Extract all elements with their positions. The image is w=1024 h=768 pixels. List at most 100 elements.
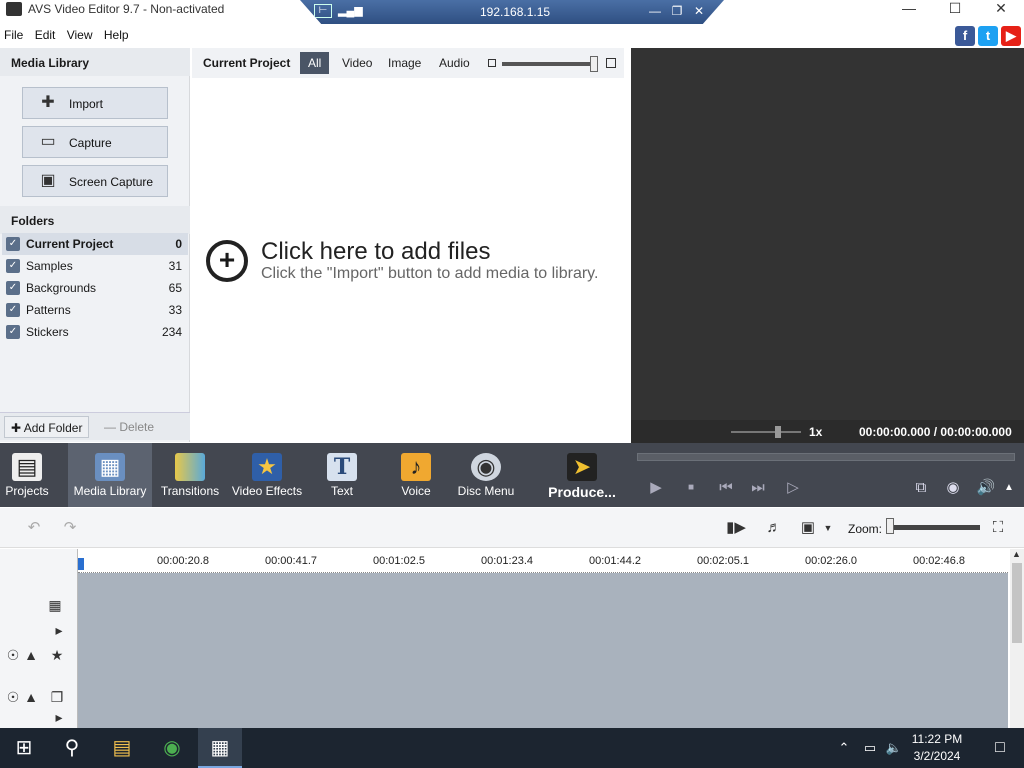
speed-slider[interactable] <box>731 431 801 433</box>
volume-icon[interactable]: 🔊 <box>975 476 997 500</box>
filter-video[interactable]: Video <box>334 52 380 74</box>
lock-icon[interactable]: ▲ <box>22 689 40 705</box>
folder-patterns[interactable]: ✓ Patterns 33 <box>2 299 188 321</box>
mute-icon[interactable]: ▸ <box>50 622 68 639</box>
capture-button[interactable]: ▭ Capture <box>22 126 168 158</box>
menu-edit[interactable]: Edit <box>31 26 60 44</box>
checkbox-icon: ✓ <box>6 303 20 317</box>
detach-preview-icon[interactable]: ⧉ <box>910 476 932 500</box>
pin-icon[interactable]: ⊢ <box>314 4 332 18</box>
zoom-slider[interactable] <box>888 525 980 530</box>
fit-timeline-icon[interactable]: ⛶ <box>986 518 1010 538</box>
play-icon[interactable]: ▶ <box>645 476 667 500</box>
file-explorer-icon[interactable]: ▤ <box>100 728 144 768</box>
project-toolbar: Current Project All Video Image Audio <box>192 48 624 78</box>
folder-stickers[interactable]: ✓ Stickers 234 <box>2 321 188 343</box>
add-folder-button[interactable]: ✚ Add Folder <box>4 416 90 438</box>
import-button[interactable]: ✚ Import <box>22 87 168 119</box>
lock-icon[interactable]: ▲ <box>22 647 40 663</box>
tool-disc-menu[interactable]: ◉ Disc Menu <box>452 443 520 507</box>
volume-dropdown-icon[interactable]: ▲ <box>998 476 1020 500</box>
overlay-track-icon: ❐ <box>50 689 64 705</box>
folder-current-project[interactable]: ✓ Current Project 0 <box>2 233 188 255</box>
screen-icon: ▣ <box>40 172 56 189</box>
avs-video-editor-taskbar-icon[interactable]: ▦ <box>198 728 242 768</box>
add-files-icon[interactable]: + <box>206 240 248 282</box>
minimize-button[interactable]: — <box>886 0 932 20</box>
timeline-scrollbar[interactable]: ▲ <box>1010 549 1024 728</box>
tool-text[interactable]: T Text <box>312 443 372 507</box>
tool-projects[interactable]: ▤ Projects <box>0 443 54 507</box>
clock-time[interactable]: 11:22 PM <box>907 732 967 746</box>
windows-start-icon[interactable]: ⊞ <box>2 728 46 768</box>
remote-minimize-icon[interactable]: — <box>646 4 664 18</box>
youtube-icon[interactable]: ▶ <box>1001 26 1021 46</box>
screen-capture-button[interactable]: ▣ Screen Capture <box>22 165 168 197</box>
storyboard-toggle-icon[interactable]: ▮▶ <box>724 518 748 538</box>
next-frame-icon[interactable]: ⏭ <box>747 476 769 500</box>
taskbar: ⊞ ⚲ ▤ ◉ ▦ ⌃ ▭ 🔈 11:22 PM 3/2/2024 □ <box>0 728 1024 768</box>
tray-expand-icon[interactable]: ⌃ <box>834 728 854 768</box>
folder-samples[interactable]: ✓ Samples 31 <box>2 255 188 277</box>
speed-handle[interactable] <box>775 426 781 438</box>
stop-icon[interactable]: ■ <box>680 476 702 500</box>
clock-date[interactable]: 3/2/2024 <box>907 749 967 763</box>
undo-icon[interactable]: ↶ <box>22 518 46 538</box>
ruler-tick: 00:00:41.7 <box>265 555 317 567</box>
media-library-header: Media Library <box>0 48 190 76</box>
visibility-eye-icon[interactable]: ☉ <box>4 647 22 664</box>
menu-file[interactable]: File <box>0 26 27 44</box>
menu-view[interactable]: View <box>63 26 97 44</box>
chrome-icon[interactable]: ◉ <box>150 728 194 768</box>
twitter-icon[interactable]: t <box>978 26 998 46</box>
tool-produce[interactable]: ➤ Produce... <box>546 443 618 507</box>
maximize-button[interactable]: ☐ <box>932 0 978 20</box>
network-icon[interactable]: ▭ <box>858 728 882 768</box>
project-media-area[interactable]: + Click here to add files Click the "Imp… <box>192 78 624 442</box>
tool-media-library[interactable]: ▦ Media Library <box>68 443 152 507</box>
ruler-tick: 00:00:20.8 <box>157 555 209 567</box>
folders-header: Folders <box>0 206 190 234</box>
timeline-ruler[interactable]: 00:00:20.8 00:00:41.7 00:01:02.5 00:01:2… <box>78 549 1008 573</box>
add-files-title[interactable]: Click here to add files <box>261 238 490 266</box>
filter-audio[interactable]: Audio <box>431 52 478 74</box>
tool-voice[interactable]: ♪ Voice <box>386 443 446 507</box>
zoom-handle[interactable] <box>886 518 894 534</box>
snapshot-icon[interactable]: ◉ <box>942 476 964 500</box>
checkbox-icon: ✓ <box>6 281 20 295</box>
tool-video-effects[interactable]: ★ Video Effects <box>230 443 304 507</box>
close-button[interactable]: ✕ <box>978 0 1024 20</box>
large-size-icon[interactable] <box>606 58 616 68</box>
previous-frame-icon[interactable]: ⏮ <box>715 476 737 500</box>
playhead-marker[interactable] <box>78 558 84 570</box>
filter-image[interactable]: Image <box>380 52 429 74</box>
remote-restore-icon[interactable]: ❐ <box>668 4 686 18</box>
thumbnail-size-handle[interactable] <box>590 56 598 72</box>
audio-mixer-icon[interactable]: ♬ <box>762 518 786 538</box>
menu-help[interactable]: Help <box>100 26 133 44</box>
ruler-tick: 00:02:46.8 <box>913 555 965 567</box>
remote-close-icon[interactable]: ✕ <box>690 4 708 18</box>
delete-folder-button[interactable]: — Delete Folder <box>98 416 190 456</box>
redo-icon[interactable]: ↷ <box>58 518 82 538</box>
facebook-icon[interactable]: f <box>955 26 975 46</box>
mute-icon[interactable]: ▸ <box>50 709 68 726</box>
app-icon <box>6 2 22 16</box>
microphone-icon: ♪ <box>401 453 431 481</box>
thumbnail-size-slider[interactable] <box>502 62 598 66</box>
media-library-panel: Media Library ✚ Import ▭ Capture ▣ Scree… <box>0 48 190 442</box>
search-icon[interactable]: ⚲ <box>50 728 94 768</box>
small-size-icon[interactable] <box>488 59 496 67</box>
folder-backgrounds[interactable]: ✓ Backgrounds 65 <box>2 277 188 299</box>
notifications-icon[interactable]: □ <box>978 728 1022 768</box>
visibility-eye-icon[interactable]: ☉ <box>4 689 22 706</box>
display-dropdown-icon[interactable]: ▼ <box>816 518 840 538</box>
scrollbar-thumb[interactable] <box>1012 563 1022 643</box>
preview-scrub-bar[interactable] <box>637 453 1015 461</box>
volume-tray-icon[interactable]: 🔈 <box>882 728 906 768</box>
fullscreen-preview-icon[interactable]: ▷ <box>782 476 804 500</box>
tool-transitions[interactable]: Transitions <box>158 443 222 507</box>
scroll-up-icon[interactable]: ▲ <box>1012 549 1021 559</box>
timeline-tracks[interactable] <box>78 573 1008 728</box>
filter-all[interactable]: All <box>300 52 330 74</box>
